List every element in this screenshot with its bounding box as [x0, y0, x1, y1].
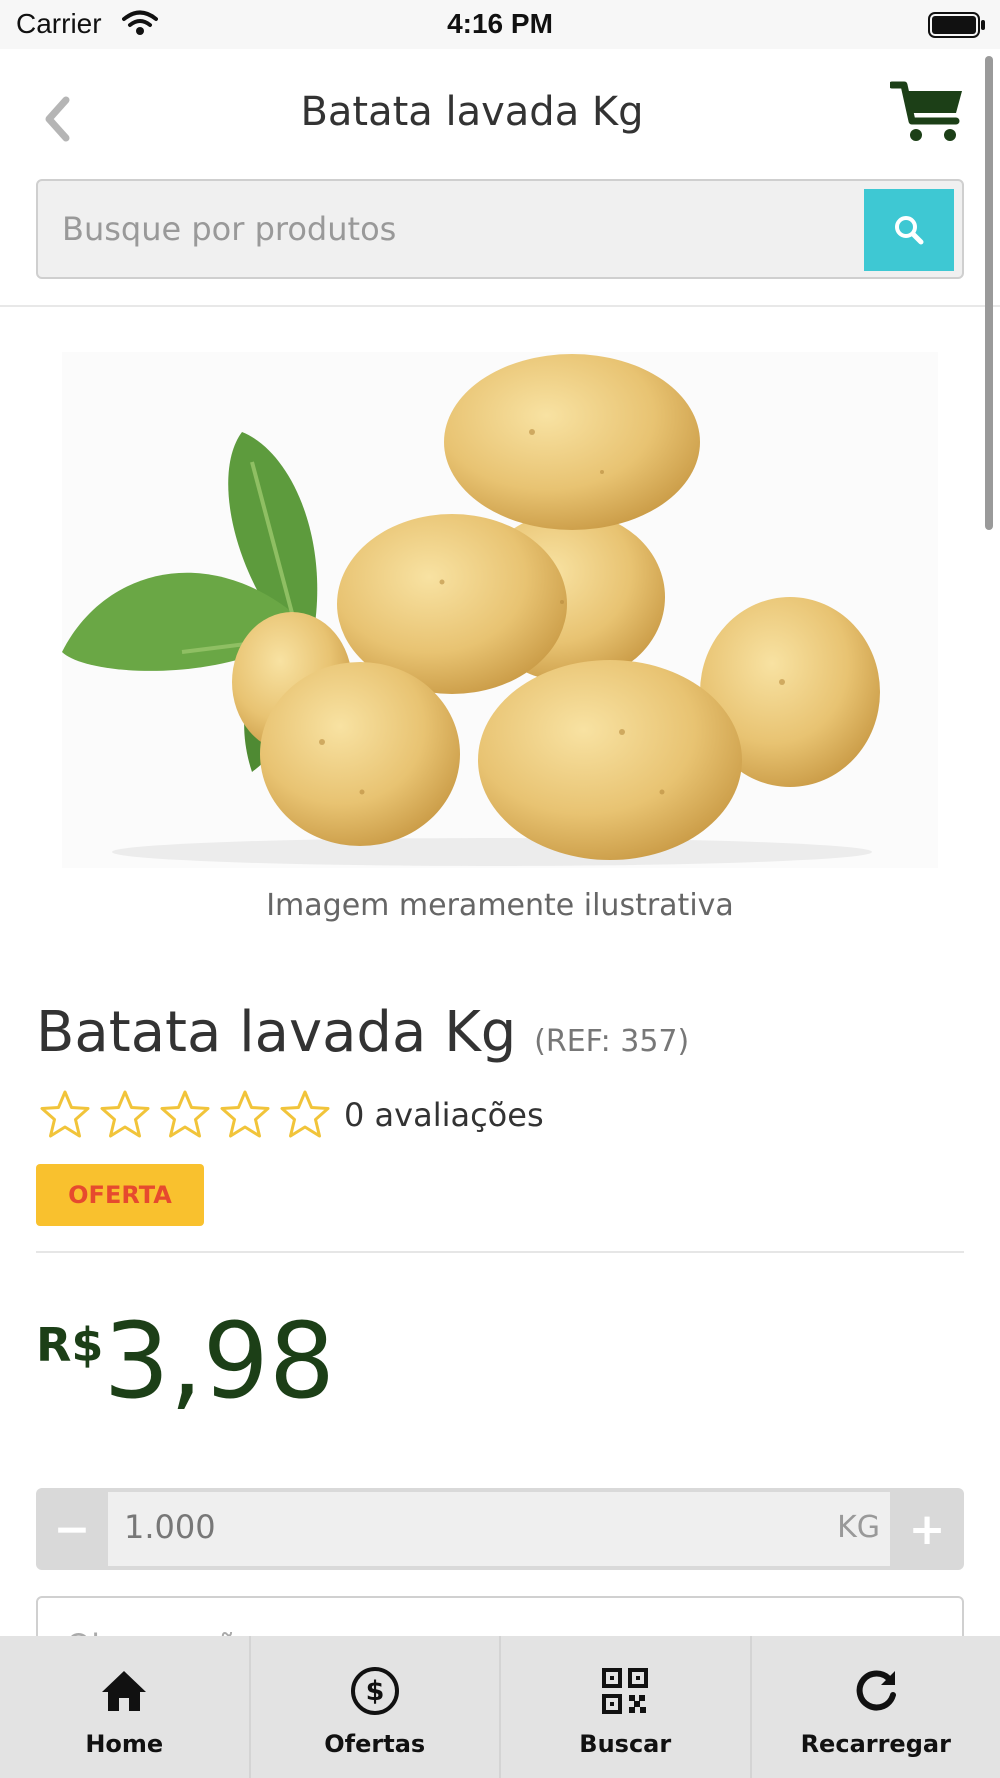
tab-offers[interactable]: $ Ofertas	[250, 1636, 501, 1778]
tab-label: Ofertas	[324, 1730, 426, 1758]
home-icon	[102, 1671, 147, 1711]
scrollbar[interactable]	[985, 56, 993, 530]
search-button[interactable]	[864, 189, 954, 271]
product-name: Batata lavada Kg	[36, 1000, 517, 1065]
quantity-unit: KG	[837, 1510, 880, 1545]
decrease-quantity-button[interactable]: −	[36, 1488, 108, 1570]
quantity-stepper: − 1.000 KG +	[36, 1488, 964, 1570]
tab-label: Home	[85, 1730, 164, 1758]
tab-search[interactable]: Buscar	[501, 1636, 752, 1778]
star-icon[interactable]	[278, 1088, 332, 1142]
tab-reload[interactable]: Recarregar	[751, 1636, 1000, 1778]
offer-badge: OFERTA	[36, 1164, 204, 1226]
tab-label: Buscar	[579, 1730, 672, 1758]
back-button[interactable]	[32, 89, 82, 149]
star-icon[interactable]	[158, 1088, 212, 1142]
page-title: Batata lavada Kg	[300, 89, 644, 135]
cart-icon	[888, 81, 962, 141]
star-icon[interactable]	[218, 1088, 272, 1142]
svg-text:$: $	[365, 1676, 384, 1707]
search-input[interactable]	[62, 181, 882, 277]
star-icon[interactable]	[98, 1088, 152, 1142]
tab-home[interactable]: Home	[0, 1636, 251, 1778]
image-caption: Imagem meramente ilustrativa	[266, 888, 734, 923]
dollar-icon: $	[350, 1667, 399, 1715]
chevron-left-icon	[45, 96, 70, 142]
increase-quantity-button[interactable]: +	[890, 1488, 964, 1570]
cart-button[interactable]	[888, 79, 970, 149]
search-icon	[895, 216, 924, 245]
battery-icon	[928, 12, 986, 42]
product-title: Batata lavada Kg (REF: 357)	[36, 1000, 689, 1065]
search-bar	[36, 179, 964, 279]
quantity-field[interactable]: 1.000 KG	[108, 1492, 890, 1566]
qr-code-icon	[602, 1668, 649, 1714]
product-ref: (REF: 357)	[534, 1024, 690, 1059]
status-bar: Carrier 4:16 PM	[0, 0, 1000, 49]
tab-label: Recarregar	[800, 1730, 951, 1758]
app-header: Batata lavada Kg	[0, 49, 1000, 307]
tab-bar: Home $ Ofertas Buscar Recarregar	[0, 1636, 1000, 1778]
refresh-icon	[856, 1670, 896, 1711]
rating-count: 0 avaliações	[344, 1096, 544, 1134]
price-value: 3,98	[103, 1300, 335, 1422]
star-icon[interactable]	[38, 1088, 92, 1142]
product-price: R$3,98	[36, 1300, 335, 1422]
status-time: 4:16 PM	[447, 8, 553, 39]
divider	[36, 1251, 964, 1253]
rating-row: 0 avaliações	[38, 1088, 544, 1142]
product-image	[62, 352, 938, 868]
price-currency: R$	[36, 1318, 104, 1372]
quantity-value: 1.000	[124, 1508, 216, 1546]
